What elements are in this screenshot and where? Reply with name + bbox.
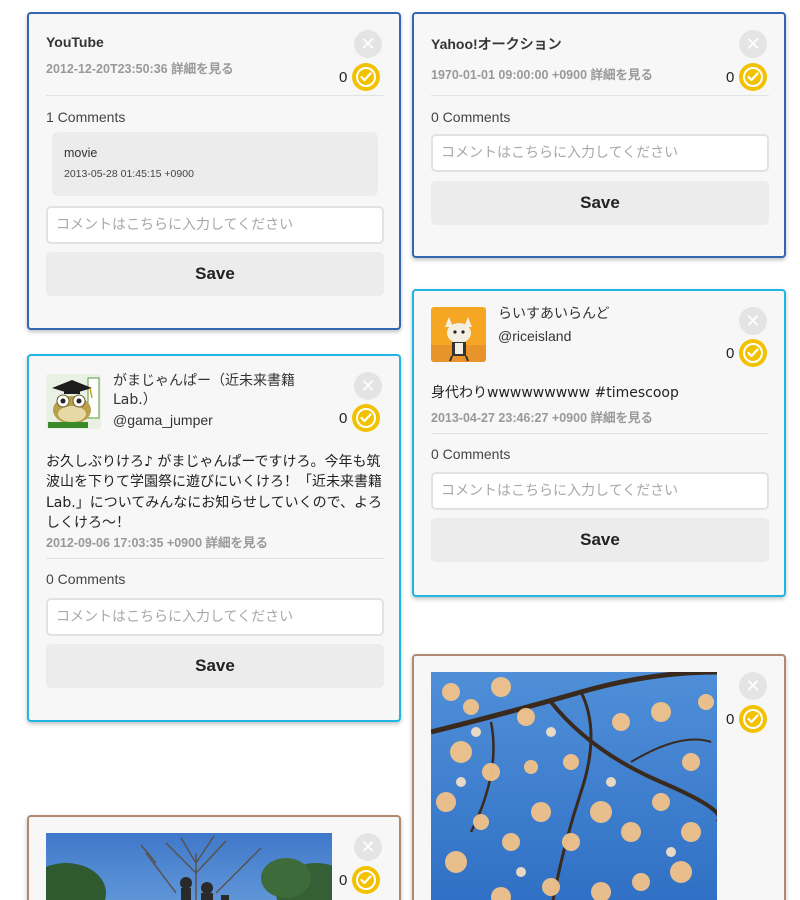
check-button[interactable] xyxy=(739,63,768,91)
comment-time: 2013-05-28 01:45:15 +0900 xyxy=(64,168,194,180)
count-row: 0 xyxy=(339,404,381,432)
user-display-name: がまじゃんぱー（近未来書籍Lab.） xyxy=(113,373,295,408)
comment-item: movie 2013-05-28 01:45:15 +0900 xyxy=(52,132,378,196)
close-button[interactable]: ✕ xyxy=(739,672,767,700)
card-meta: 2013-04-27 23:46:27 +0900 詳細を見る xyxy=(431,407,653,426)
check-count: 0 xyxy=(339,68,348,86)
check-button[interactable] xyxy=(352,63,381,91)
comments-count-label: 0 Comments xyxy=(46,571,126,587)
timestamp: 2012-09-06 17:03:35 +0900 xyxy=(46,536,203,550)
check-icon xyxy=(747,348,759,358)
close-button[interactable]: ✕ xyxy=(739,30,767,58)
close-button[interactable]: ✕ xyxy=(354,833,382,861)
park-statue-image xyxy=(46,833,332,900)
cherry-blossom-photo[interactable] xyxy=(431,672,717,900)
detail-link[interactable]: 詳細を見る xyxy=(591,411,654,425)
avatar xyxy=(46,374,101,429)
card-youtube: YouTube 2012-12-20T23:50:36 詳細を見る ✕ 0 1 … xyxy=(27,12,401,330)
check-icon xyxy=(360,875,372,885)
close-button[interactable]: ✕ xyxy=(354,372,382,400)
divider xyxy=(431,433,769,434)
check-icon xyxy=(747,72,759,82)
comments-count-label: 0 Comments xyxy=(431,109,511,125)
card-photo-statue: ✕ 0 xyxy=(27,815,401,900)
comments-count-label: 1 Comments xyxy=(46,109,126,125)
card-meta: 1970-01-01 09:00:00 +0900 詳細を見る xyxy=(431,64,653,83)
comment-input[interactable] xyxy=(431,134,769,172)
check-icon xyxy=(747,714,759,724)
comments-count-label: 0 Comments xyxy=(431,446,511,462)
save-button[interactable]: Save xyxy=(431,518,769,562)
close-icon: ✕ xyxy=(745,676,761,696)
park-statue-photo[interactable] xyxy=(46,833,332,900)
count-row: 0 xyxy=(339,866,381,894)
close-icon: ✕ xyxy=(745,311,761,331)
card-meta: 2012-12-20T23:50:36 詳細を見る xyxy=(46,58,234,77)
user-handle: @gama_jumper xyxy=(113,412,213,428)
close-icon: ✕ xyxy=(360,376,376,396)
card-title: YouTube xyxy=(46,34,104,50)
count-row: 0 xyxy=(726,705,768,733)
check-icon xyxy=(360,72,372,82)
frog-avatar-image xyxy=(46,374,101,429)
divider xyxy=(46,95,384,96)
cherry-blossom-image xyxy=(431,672,717,900)
save-button[interactable]: Save xyxy=(46,644,384,688)
detail-link[interactable]: 詳細を見る xyxy=(591,68,654,82)
card-yahoo-auction: Yahoo!オークション 1970-01-01 09:00:00 +0900 詳… xyxy=(412,12,786,258)
close-button[interactable]: ✕ xyxy=(739,307,767,335)
divider xyxy=(431,95,769,96)
check-button[interactable] xyxy=(352,866,381,894)
card-title: Yahoo!オークション xyxy=(431,36,562,52)
comment-text: movie xyxy=(64,146,98,160)
check-button[interactable] xyxy=(352,404,381,432)
user-display-name: らいすあいらんど xyxy=(498,306,610,322)
card-tweet-riceisland: らいすあいらんど @riceisland ✕ 0 身代わりwwwwwwwww #… xyxy=(412,289,786,597)
save-button[interactable]: Save xyxy=(46,252,384,296)
comment-input[interactable] xyxy=(46,206,384,244)
tweet-text: 身代わりwwwwwwwww #timescoop xyxy=(431,385,679,401)
check-count: 0 xyxy=(339,409,348,427)
comment-input[interactable] xyxy=(46,598,384,636)
detail-link[interactable]: 詳細を見る xyxy=(171,62,234,76)
check-count: 0 xyxy=(726,68,735,86)
check-count: 0 xyxy=(339,871,348,889)
tweet-text: お久しぶりけろ♪ がまじゃんぱーですけろ。今年も筑波山を下りて学園祭に遊びにいく… xyxy=(46,454,383,531)
card-meta: 2012-09-06 17:03:35 +0900 詳細を見る xyxy=(46,532,268,551)
card-photo-blossom: ✕ 0 xyxy=(412,654,786,900)
check-icon xyxy=(360,413,372,423)
count-row: 0 xyxy=(339,63,381,91)
count-row: 0 xyxy=(726,63,768,91)
check-button[interactable] xyxy=(739,339,768,367)
timestamp: 2012-12-20T23:50:36 xyxy=(46,62,168,76)
close-icon: ✕ xyxy=(360,837,376,857)
timestamp: 1970-01-01 09:00:00 +0900 xyxy=(431,68,588,82)
divider xyxy=(46,558,384,559)
card-tweet-gama-jumper: がまじゃんぱー（近未来書籍Lab.） @gama_jumper ✕ 0 お久しぶ… xyxy=(27,354,401,722)
close-icon: ✕ xyxy=(745,34,761,54)
count-row: 0 xyxy=(726,339,768,367)
timestamp: 2013-04-27 23:46:27 +0900 xyxy=(431,411,588,425)
comment-input[interactable] xyxy=(431,472,769,510)
check-button[interactable] xyxy=(739,705,768,733)
detail-link[interactable]: 詳細を見る xyxy=(206,536,269,550)
check-count: 0 xyxy=(726,710,735,728)
close-icon: ✕ xyxy=(360,34,376,54)
cat-avatar-image xyxy=(431,307,486,362)
user-handle: @riceisland xyxy=(498,328,572,344)
close-button[interactable]: ✕ xyxy=(354,30,382,58)
check-count: 0 xyxy=(726,344,735,362)
save-button[interactable]: Save xyxy=(431,181,769,225)
avatar xyxy=(431,307,486,362)
